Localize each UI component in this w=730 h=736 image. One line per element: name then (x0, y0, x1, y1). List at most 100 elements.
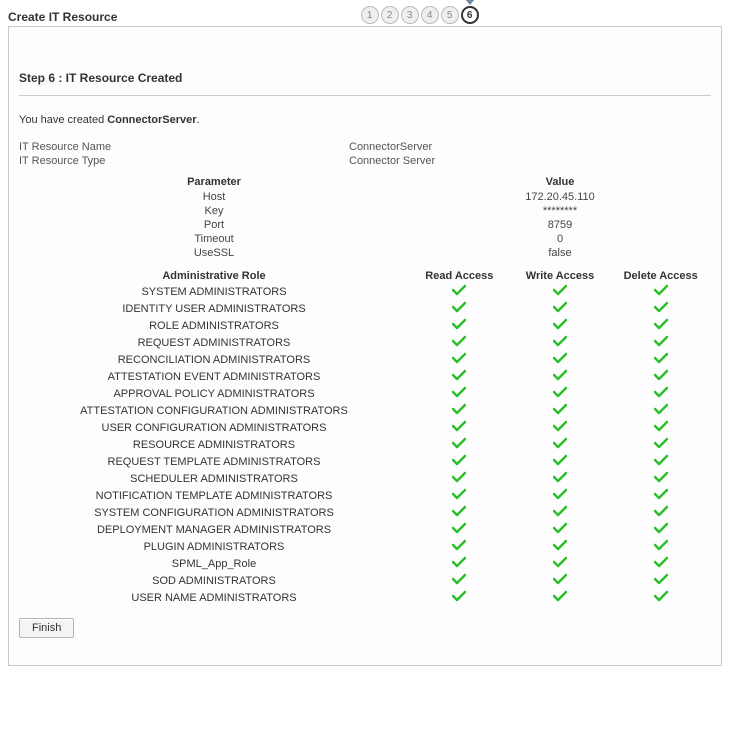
role-read-access (409, 318, 510, 333)
checkmark-icon (654, 369, 668, 381)
role-write-access (510, 590, 611, 605)
checkmark-icon (553, 420, 567, 432)
checkmark-icon (553, 386, 567, 398)
checkmark-icon (452, 386, 466, 398)
checkmark-icon (654, 403, 668, 415)
wizard-step-2[interactable]: 2 (381, 6, 399, 24)
checkmark-icon (553, 301, 567, 313)
param-value: 0 (409, 233, 711, 245)
role-read-access (409, 488, 510, 503)
checkmark-icon (553, 590, 567, 602)
checkmark-icon (553, 556, 567, 568)
role-write-access (510, 488, 611, 503)
checkmark-icon (654, 386, 668, 398)
role-read-access (409, 335, 510, 350)
checkmark-icon (654, 318, 668, 330)
role-delete-access (610, 505, 711, 520)
checkmark-icon (553, 284, 567, 296)
table-row: IDENTITY USER ADMINISTRATORS (19, 300, 711, 317)
info-row: IT Resource NameConnectorServer (19, 140, 711, 154)
wizard-step-6[interactable]: 6 (461, 6, 479, 24)
role-delete-access (610, 437, 711, 452)
checkmark-icon (553, 573, 567, 585)
role-read-access (409, 284, 510, 299)
role-read-access (409, 505, 510, 520)
role-name: PLUGIN ADMINISTRATORS (19, 541, 409, 553)
role-write-access (510, 539, 611, 554)
checkmark-icon (452, 437, 466, 449)
checkmark-icon (452, 488, 466, 500)
table-row: SOD ADMINISTRATORS (19, 572, 711, 589)
role-name: DEPLOYMENT MANAGER ADMINISTRATORS (19, 524, 409, 536)
role-write-access (510, 505, 611, 520)
role-name: SPML_App_Role (19, 558, 409, 570)
checkmark-icon (452, 454, 466, 466)
checkmark-icon (654, 454, 668, 466)
params-row: Host172.20.45.110 (19, 190, 711, 204)
role-read-access (409, 539, 510, 554)
checkmark-icon (654, 488, 668, 500)
checkmark-icon (553, 505, 567, 517)
role-delete-access (610, 488, 711, 503)
checkmark-icon (452, 352, 466, 364)
info-value: Connector Server (349, 154, 711, 168)
role-delete-access (610, 454, 711, 469)
finish-button[interactable]: Finish (19, 618, 74, 638)
role-name: RECONCILIATION ADMINISTRATORS (19, 354, 409, 366)
created-suffix: . (197, 114, 200, 126)
wizard-step-3[interactable]: 3 (401, 6, 419, 24)
created-prefix: You have created (19, 114, 107, 126)
table-row: ATTESTATION EVENT ADMINISTRATORS (19, 368, 711, 385)
checkmark-icon (553, 437, 567, 449)
param-value: ******** (409, 205, 711, 217)
wizard-step-1[interactable]: 1 (361, 6, 379, 24)
role-write-access (510, 352, 611, 367)
role-delete-access (610, 471, 711, 486)
checkmark-icon (553, 335, 567, 347)
table-row: REQUEST TEMPLATE ADMINISTRATORS (19, 453, 711, 470)
checkmark-icon (452, 505, 466, 517)
checkmark-icon (553, 318, 567, 330)
table-row: SYSTEM CONFIGURATION ADMINISTRATORS (19, 504, 711, 521)
param-name: Timeout (19, 233, 409, 245)
role-name: IDENTITY USER ADMINISTRATORS (19, 303, 409, 315)
role-read-access (409, 420, 510, 435)
checkmark-icon (654, 471, 668, 483)
param-name: UseSSL (19, 247, 409, 259)
created-message: You have created ConnectorServer. (19, 114, 711, 126)
role-name: SCHEDULER ADMINISTRATORS (19, 473, 409, 485)
table-row: PLUGIN ADMINISTRATORS (19, 538, 711, 555)
info-value: ConnectorServer (349, 140, 711, 154)
role-name: ROLE ADMINISTRATORS (19, 320, 409, 332)
param-name: Port (19, 219, 409, 231)
role-name: REQUEST ADMINISTRATORS (19, 337, 409, 349)
role-read-access (409, 590, 510, 605)
role-write-access (510, 318, 611, 333)
role-name: USER NAME ADMINISTRATORS (19, 592, 409, 604)
role-delete-access (610, 386, 711, 401)
checkmark-icon (654, 335, 668, 347)
checkmark-icon (452, 318, 466, 330)
checkmark-icon (452, 471, 466, 483)
checkmark-icon (452, 420, 466, 432)
param-name: Key (19, 205, 409, 217)
role-name: SOD ADMINISTRATORS (19, 575, 409, 587)
role-name: NOTIFICATION TEMPLATE ADMINISTRATORS (19, 490, 409, 502)
checkmark-icon (452, 573, 466, 585)
wizard-step-4[interactable]: 4 (421, 6, 439, 24)
role-delete-access (610, 590, 711, 605)
role-write-access (510, 556, 611, 571)
role-delete-access (610, 369, 711, 384)
checkmark-icon (452, 335, 466, 347)
checkmark-icon (452, 284, 466, 296)
role-read-access (409, 301, 510, 316)
table-row: REQUEST ADMINISTRATORS (19, 334, 711, 351)
role-delete-access (610, 522, 711, 537)
info-label: IT Resource Name (19, 140, 349, 154)
checkmark-icon (452, 539, 466, 551)
role-write-access (510, 471, 611, 486)
divider (19, 95, 711, 96)
checkmark-icon (654, 505, 668, 517)
checkmark-icon (452, 590, 466, 602)
wizard-step-5[interactable]: 5 (441, 6, 459, 24)
